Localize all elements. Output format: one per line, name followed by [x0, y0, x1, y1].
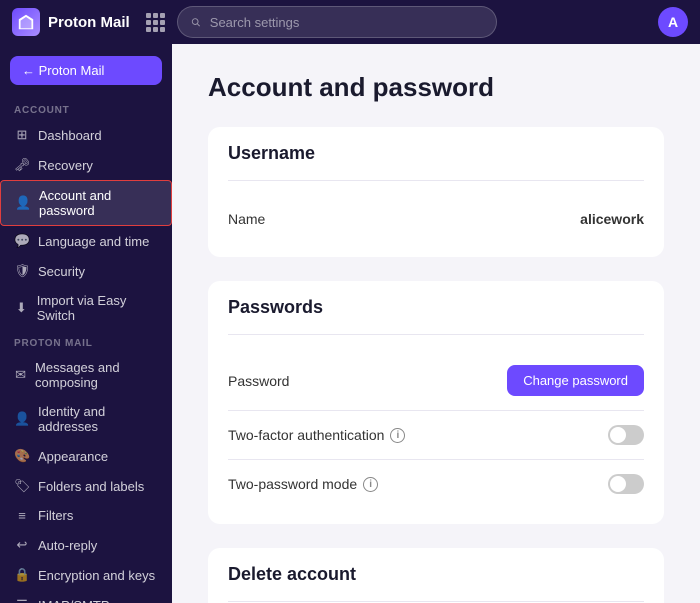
- sidebar-item-security[interactable]: 🛡 Security: [0, 256, 172, 286]
- logo-text: Proton Mail: [48, 14, 130, 31]
- grid-menu-icon[interactable]: [146, 13, 165, 32]
- name-value: alicework: [580, 211, 644, 227]
- search-bar[interactable]: [177, 6, 497, 38]
- main-content: Account and password Username Name alice…: [172, 44, 700, 603]
- page-title: Account and password: [208, 72, 664, 103]
- account-icon: 👤: [15, 195, 31, 211]
- sidebar-item-label: Encryption and keys: [38, 568, 155, 583]
- filters-icon: ≡: [14, 508, 30, 523]
- folders-icon: 🏷: [14, 478, 30, 494]
- sidebar-item-label: Dashboard: [38, 128, 102, 143]
- search-icon: [190, 16, 202, 29]
- sidebar-item-imap[interactable]: ☰ IMAP/SMTP: [0, 590, 172, 603]
- passwords-section: Passwords Password Change password Two-f…: [208, 281, 664, 524]
- sidebar-item-messages[interactable]: ✉ Messages and composing: [0, 353, 172, 397]
- sidebar-item-label: Identity and addresses: [38, 404, 158, 434]
- logo: Proton Mail: [12, 8, 130, 36]
- divider: [228, 601, 644, 602]
- logo-icon: [12, 8, 40, 36]
- sidebar-item-label: Messages and composing: [35, 360, 158, 390]
- sidebar-item-auto-reply[interactable]: ↩ Auto-reply: [0, 530, 172, 560]
- recovery-icon: 🗝: [14, 157, 30, 173]
- divider: [228, 334, 644, 335]
- two-password-label: Two-password mode i: [228, 476, 608, 492]
- appearance-icon: 🎨: [14, 448, 30, 464]
- sidebar-item-label: Security: [38, 264, 85, 279]
- security-icon: 🛡: [14, 263, 30, 279]
- sidebar-item-label: Appearance: [38, 449, 108, 464]
- auto-reply-icon: ↩: [14, 537, 30, 553]
- delete-section-title: Delete account: [228, 564, 644, 585]
- sidebar-item-recovery[interactable]: 🗝 Recovery: [0, 150, 172, 180]
- username-section: Username Name alicework: [208, 127, 664, 257]
- two-factor-toggle[interactable]: [608, 425, 644, 445]
- main-layout: ← Proton Mail ACCOUNT ⊞ Dashboard 🗝 Reco…: [0, 44, 700, 603]
- imap-icon: ☰: [14, 597, 30, 603]
- two-password-toggle[interactable]: [608, 474, 644, 494]
- sidebar-item-label: Filters: [38, 508, 73, 523]
- username-section-title: Username: [228, 143, 644, 164]
- sidebar-item-label: Language and time: [38, 234, 149, 249]
- sidebar-item-account-password[interactable]: 👤 Account and password: [0, 180, 172, 226]
- two-factor-row: Two-factor authentication i: [228, 411, 644, 460]
- sidebar-item-label: Folders and labels: [38, 479, 144, 494]
- sidebar-item-encryption[interactable]: 🔒 Encryption and keys: [0, 560, 172, 590]
- password-row: Password Change password: [228, 351, 644, 411]
- passwords-section-title: Passwords: [228, 297, 644, 318]
- password-label: Password: [228, 373, 507, 389]
- sidebar-item-label: Recovery: [38, 158, 93, 173]
- sidebar: ← Proton Mail ACCOUNT ⊞ Dashboard 🗝 Reco…: [0, 44, 172, 603]
- language-icon: 💬: [14, 233, 30, 249]
- encryption-icon: 🔒: [14, 567, 30, 583]
- topbar: Proton Mail A: [0, 0, 700, 44]
- divider: [228, 180, 644, 181]
- two-password-row: Two-password mode i: [228, 460, 644, 508]
- dashboard-icon: ⊞: [14, 127, 30, 143]
- two-factor-info-icon[interactable]: i: [390, 428, 405, 443]
- sidebar-item-language-time[interactable]: 💬 Language and time: [0, 226, 172, 256]
- two-password-info-icon[interactable]: i: [363, 477, 378, 492]
- import-icon: ⬇: [14, 300, 29, 316]
- sidebar-item-dashboard[interactable]: ⊞ Dashboard: [0, 120, 172, 150]
- delete-account-section: Delete account This will permanently del…: [208, 548, 664, 603]
- account-section-label: ACCOUNT: [0, 97, 172, 120]
- back-to-proton-mail-button[interactable]: ← Proton Mail: [10, 56, 162, 85]
- sidebar-item-folders[interactable]: 🏷 Folders and labels: [0, 471, 172, 501]
- sidebar-item-label: Account and password: [39, 188, 157, 218]
- two-factor-label: Two-factor authentication i: [228, 427, 608, 443]
- sidebar-item-import[interactable]: ⬇ Import via Easy Switch: [0, 286, 172, 330]
- messages-icon: ✉: [14, 367, 27, 383]
- sidebar-item-identity[interactable]: 👤 Identity and addresses: [0, 397, 172, 441]
- sidebar-item-filters[interactable]: ≡ Filters: [0, 501, 172, 530]
- identity-icon: 👤: [14, 411, 30, 427]
- sidebar-item-label: Auto-reply: [38, 538, 97, 553]
- username-row: Name alicework: [228, 197, 644, 241]
- name-label: Name: [228, 211, 580, 227]
- proton-mail-section-label: PROTON MAIL: [0, 330, 172, 353]
- search-input[interactable]: [210, 15, 484, 30]
- change-password-button[interactable]: Change password: [507, 365, 644, 396]
- user-avatar[interactable]: A: [658, 7, 688, 37]
- sidebar-item-label: IMAP/SMTP: [38, 598, 110, 603]
- sidebar-item-appearance[interactable]: 🎨 Appearance: [0, 441, 172, 471]
- sidebar-item-label: Import via Easy Switch: [37, 293, 158, 323]
